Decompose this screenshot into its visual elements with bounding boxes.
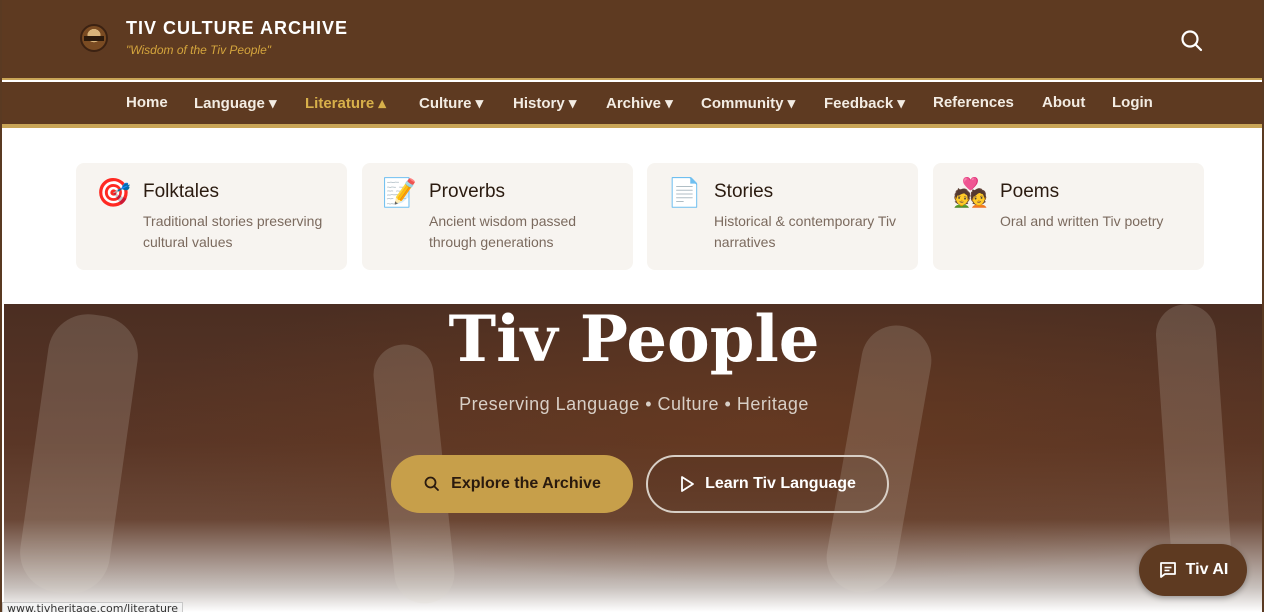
tiv-ai-button[interactable]: Tiv AI bbox=[1139, 544, 1247, 596]
tiv-ai-label: Tiv AI bbox=[1185, 561, 1229, 578]
search-icon[interactable] bbox=[1178, 27, 1206, 55]
nav-history[interactable]: History ▾ bbox=[513, 94, 576, 112]
explore-archive-button[interactable]: Explore the Archive bbox=[391, 455, 633, 513]
hero-subtitle: Preserving Language • Culture • Heritage bbox=[459, 394, 809, 414]
nav-archive[interactable]: Archive ▾ bbox=[606, 94, 673, 112]
nav-language[interactable]: Language ▾ bbox=[194, 94, 277, 112]
target-icon: 🎯 bbox=[96, 176, 131, 209]
status-bar-url: www.tivheritage.com/literature bbox=[2, 602, 183, 612]
menu-card-poems[interactable]: 💑 Poems Oral and written Tiv poetry bbox=[933, 163, 1204, 270]
document-icon: 📄 bbox=[667, 176, 702, 209]
main-nav: Home Language ▾ Literature ▴ Culture ▾ H… bbox=[2, 82, 1262, 128]
nav-home[interactable]: Home bbox=[126, 94, 168, 111]
site-title[interactable]: TIV CULTURE ARCHIVE bbox=[126, 18, 348, 39]
site-header: TIV CULTURE ARCHIVE "Wisdom of the Tiv P… bbox=[2, 0, 1262, 80]
literature-dropdown: 🎯 Folktales Traditional stories preservi… bbox=[4, 132, 1262, 304]
play-icon bbox=[681, 476, 694, 492]
chat-icon bbox=[1159, 562, 1176, 578]
couple-icon: 💑 bbox=[953, 176, 988, 209]
menu-card-folktales[interactable]: 🎯 Folktales Traditional stories preservi… bbox=[76, 163, 347, 270]
explore-archive-label: Explore the Archive bbox=[451, 475, 601, 492]
site-tagline: "Wisdom of the Tiv People" bbox=[126, 43, 272, 57]
card-description: Historical & contemporary Tiv narratives bbox=[714, 213, 897, 250]
card-description: Traditional stories preserving cultural … bbox=[143, 213, 323, 250]
learn-language-button[interactable]: Learn Tiv Language bbox=[646, 455, 889, 513]
nav-login[interactable]: Login bbox=[1112, 94, 1153, 111]
menu-card-proverbs[interactable]: 📝 Proverbs Ancient wisdom passed through… bbox=[362, 163, 633, 270]
nav-about[interactable]: About bbox=[1042, 94, 1085, 111]
nav-community[interactable]: Community ▾ bbox=[701, 94, 795, 112]
nav-literature[interactable]: Literature ▴ bbox=[305, 94, 386, 112]
nav-references[interactable]: References bbox=[933, 94, 1014, 111]
search-icon bbox=[424, 476, 440, 491]
hero-section: Tiv People Preserving Language • Culture… bbox=[4, 304, 1262, 612]
tiv-heritage-logo[interactable] bbox=[80, 24, 108, 52]
card-title: Proverbs bbox=[429, 181, 506, 202]
menu-card-stories[interactable]: 📄 Stories Historical & contemporary Tiv … bbox=[647, 163, 918, 270]
memo-icon: 📝 bbox=[382, 176, 417, 209]
card-title: Stories bbox=[714, 181, 774, 202]
card-title: Poems bbox=[1000, 181, 1060, 202]
page-frame: TIV CULTURE ARCHIVE "Wisdom of the Tiv P… bbox=[0, 0, 1264, 612]
learn-language-label: Learn Tiv Language bbox=[705, 475, 856, 492]
hero-title: Tiv People bbox=[448, 304, 820, 377]
nav-feedback[interactable]: Feedback ▾ bbox=[824, 94, 905, 112]
card-description: Oral and written Tiv poetry bbox=[1000, 213, 1164, 229]
card-title: Folktales bbox=[143, 181, 220, 202]
card-description: Ancient wisdom passed through generation… bbox=[429, 213, 577, 250]
nav-culture[interactable]: Culture ▾ bbox=[419, 94, 483, 112]
